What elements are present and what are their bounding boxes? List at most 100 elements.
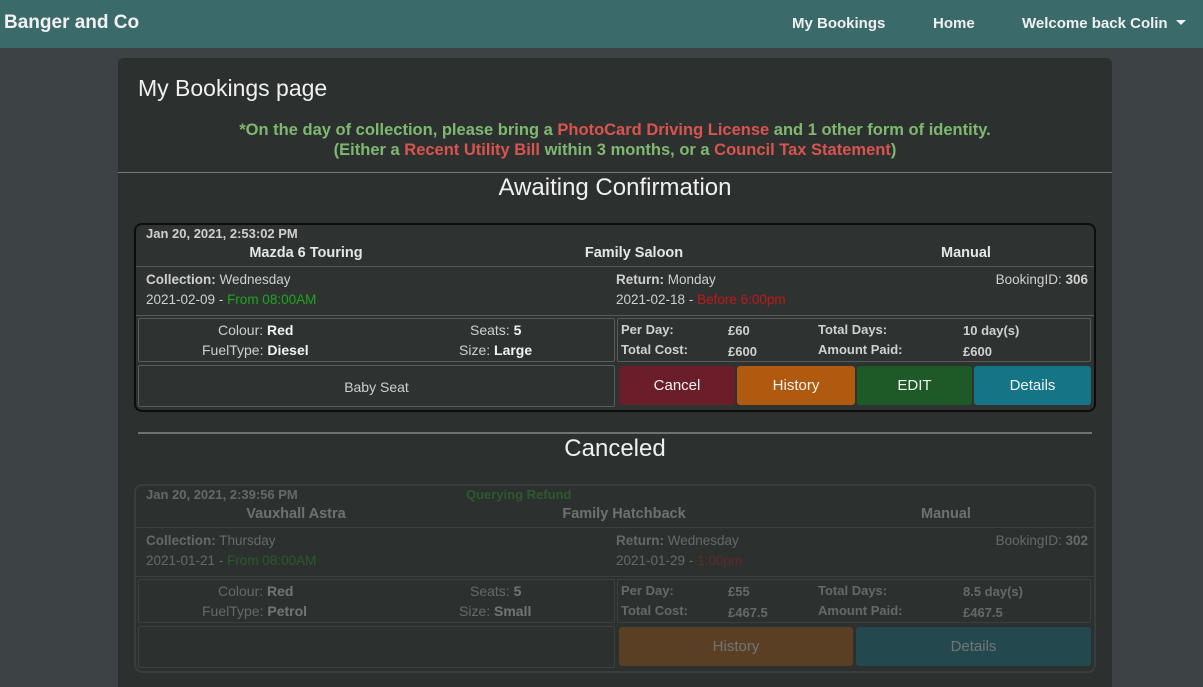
dash: -: [685, 553, 698, 568]
bookings-panel: My Bookings page *On the day of collecti…: [118, 58, 1112, 687]
section-title-awaiting: Awaiting Confirmation: [498, 174, 732, 201]
edit-button[interactable]: EDIT: [857, 366, 972, 405]
seats-label: Seats:: [470, 322, 510, 338]
notice-highlight-license: PhotoCard Driving License: [557, 121, 770, 139]
chevron-down-icon: [1175, 20, 1186, 25]
total-days-label: Total Days:: [818, 322, 888, 337]
navbar: Banger and Co My Bookings Home Welcome b…: [0, 0, 1203, 48]
divider: [138, 432, 1092, 434]
details-button[interactable]: Details: [856, 627, 1091, 666]
fuel-label: FuelType:: [202, 342, 264, 358]
return-label: Return:: [616, 272, 664, 287]
divider: [136, 576, 1094, 577]
return-info: Return: Monday 2021-02-18 - Before 6:00p…: [616, 270, 786, 310]
divider: [136, 527, 1094, 528]
return-day: Monday: [667, 272, 716, 287]
fuel-value: Petrol: [267, 603, 308, 619]
booking-timestamp: Jan 20, 2021, 2:39:56 PM: [146, 487, 298, 502]
return-label: Return:: [616, 533, 664, 548]
car-transmission: Manual: [921, 506, 971, 522]
booking-id-label: BookingID:: [995, 272, 1062, 287]
dash: -: [215, 292, 228, 307]
collection-info: Collection: Thursday 2021-01-21 - From 0…: [146, 531, 316, 571]
return-day: Wednesday: [667, 533, 739, 548]
car-transmission: Manual: [941, 245, 991, 261]
notice-line-2: (Either a Recent Utility Bill within 3 m…: [118, 140, 1112, 160]
dash: -: [685, 292, 698, 307]
collection-info: Collection: Wednesday 2021-02-09 - From …: [146, 270, 316, 310]
booking-timestamp: Jan 20, 2021, 2:53:02 PM: [146, 226, 298, 241]
return-date: 2021-02-18: [616, 292, 686, 307]
brand-logo[interactable]: Banger and Co: [4, 12, 139, 34]
total-cost-value: £600: [728, 344, 757, 359]
section-title-canceled: Canceled: [564, 435, 666, 462]
total-cost-label: Total Cost:: [621, 342, 688, 357]
seats-value: 5: [513, 322, 522, 338]
nav-my-bookings[interactable]: My Bookings: [792, 15, 885, 32]
collection-time: From 08:00AM: [227, 553, 317, 568]
booking-id: BookingID: 302: [996, 531, 1088, 551]
amount-paid-label: Amount Paid:: [818, 342, 903, 357]
notice-highlight-council-tax: Council Tax Statement: [714, 141, 891, 159]
booking-id-label: BookingID:: [995, 533, 1062, 548]
page-title: My Bookings page: [138, 75, 328, 101]
per-day-label: Per Day:: [621, 322, 674, 337]
fuel-spec: FuelType: Petrol: [202, 603, 307, 619]
colour-value: Red: [267, 322, 294, 338]
seats-spec: Seats: 5: [470, 322, 521, 338]
size-spec: Size: Small: [459, 603, 531, 619]
notice-text: ): [890, 141, 897, 159]
colour-spec: Colour: Red: [218, 322, 293, 338]
colour-spec: Colour: Red: [218, 583, 293, 599]
return-time: Before 6:00pm: [697, 292, 786, 307]
user-menu-label: Welcome back Colin: [1022, 15, 1168, 32]
total-days-value: 8.5 day(s): [963, 584, 1023, 599]
cancel-button[interactable]: Cancel: [619, 366, 735, 405]
divider: [136, 266, 1094, 267]
dash: -: [215, 553, 228, 568]
colour-label: Colour:: [218, 322, 264, 338]
colour-value: Red: [267, 583, 294, 599]
history-button[interactable]: History: [619, 627, 853, 666]
fuel-value: Diesel: [267, 342, 309, 358]
total-cost-label: Total Cost:: [621, 603, 688, 618]
details-button[interactable]: Details: [974, 366, 1091, 405]
size-value: Small: [494, 603, 532, 619]
seats-spec: Seats: 5: [470, 583, 521, 599]
nav-home[interactable]: Home: [933, 15, 975, 32]
extras-box: Baby Seat: [138, 365, 615, 407]
car-model: Mazda 6 Touring: [249, 245, 363, 261]
size-value: Large: [494, 342, 533, 358]
per-day-value: £60: [728, 323, 750, 338]
total-cost-value: £467.5: [728, 605, 768, 620]
amount-paid-label: Amount Paid:: [818, 603, 903, 618]
seats-value: 5: [513, 583, 522, 599]
notice-line-1: *On the day of collection, please bring …: [118, 120, 1112, 140]
total-days-label: Total Days:: [818, 583, 888, 598]
amount-paid-value: £600: [963, 344, 992, 359]
extras-box: [138, 626, 615, 668]
total-days-value: 10 day(s): [963, 323, 1020, 338]
seats-label: Seats:: [470, 583, 510, 599]
booking-id-value: 302: [1065, 533, 1088, 548]
size-spec: Size: Large: [459, 342, 532, 358]
fuel-spec: FuelType: Diesel: [202, 342, 309, 358]
booking-card: Jan 20, 2021, 2:39:56 PM Querying Refund…: [134, 484, 1096, 673]
divider: [118, 172, 1112, 173]
colour-label: Colour:: [218, 583, 264, 599]
history-button[interactable]: History: [737, 366, 855, 405]
car-model: Vauxhall Astra: [246, 506, 346, 522]
collection-date: 2021-01-21: [146, 553, 216, 568]
car-category: Family Hatchback: [562, 506, 686, 522]
collection-label: Collection:: [146, 533, 216, 548]
return-date: 2021-01-29: [616, 553, 686, 568]
notice-text: within 3 months, or a: [539, 141, 715, 159]
notice-text: *On the day of collection, please bring …: [239, 121, 558, 139]
booking-id: BookingID: 306: [996, 270, 1088, 290]
status-badge: Querying Refund: [466, 487, 572, 502]
collection-day: Wednesday: [219, 272, 291, 287]
user-menu-dropdown[interactable]: Welcome back Colin: [1022, 15, 1186, 32]
return-time: 1:00pm: [697, 553, 743, 568]
collection-date: 2021-02-09: [146, 292, 216, 307]
car-category: Family Saloon: [584, 245, 684, 261]
